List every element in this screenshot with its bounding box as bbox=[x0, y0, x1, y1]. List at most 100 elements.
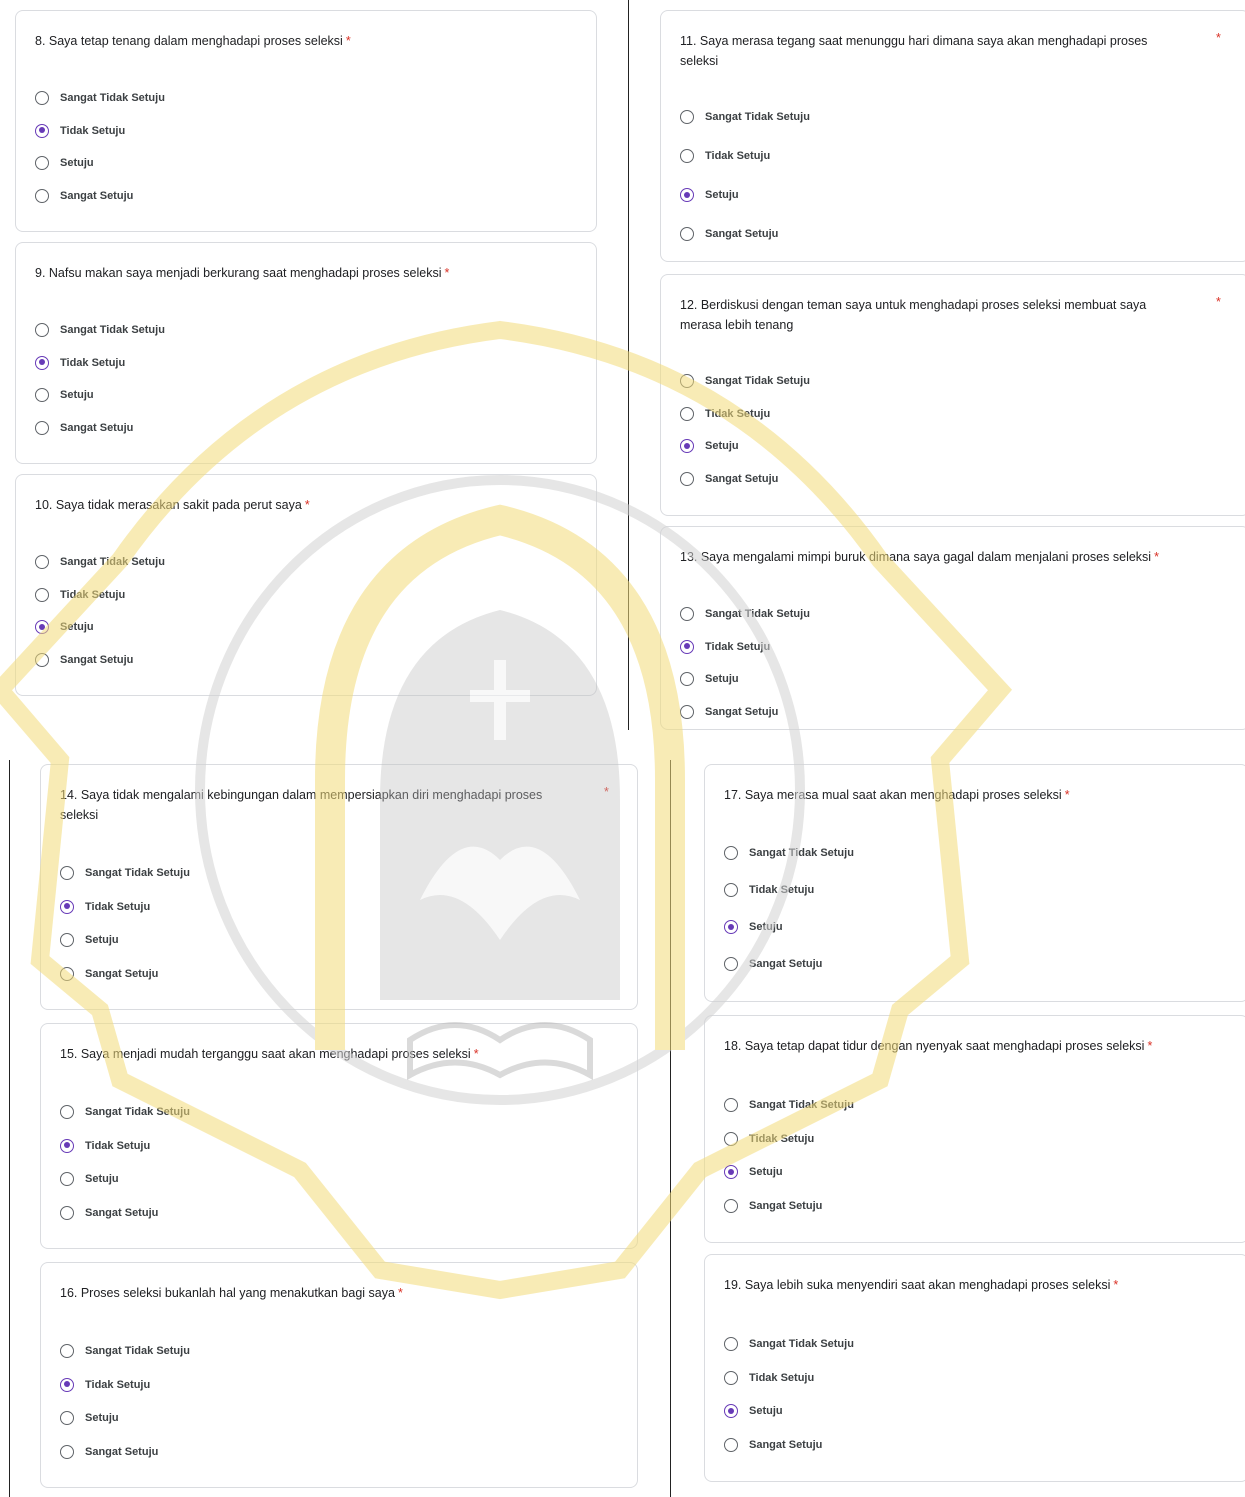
radio-checked-icon[interactable] bbox=[35, 620, 49, 634]
answer-option[interactable]: Sangat Tidak Setuju bbox=[680, 371, 810, 391]
radio-unchecked-icon[interactable] bbox=[680, 471, 694, 486]
answer-option[interactable]: Sangat Setuju bbox=[35, 650, 133, 670]
radio-checked-icon[interactable] bbox=[680, 188, 694, 202]
answer-option[interactable]: Sangat Tidak Setuju bbox=[724, 1095, 854, 1115]
radio-unchecked-icon[interactable] bbox=[724, 1437, 738, 1452]
answer-option[interactable]: Tidak Setuju bbox=[60, 1375, 150, 1395]
answer-option[interactable]: Sangat Tidak Setuju bbox=[60, 863, 190, 883]
answer-option[interactable]: Setuju bbox=[60, 930, 119, 950]
radio-unchecked-icon[interactable] bbox=[35, 587, 49, 602]
answer-option[interactable]: Sangat Setuju bbox=[60, 1442, 158, 1462]
answer-option[interactable]: Setuju bbox=[35, 153, 94, 173]
radio-checked-icon[interactable] bbox=[680, 439, 694, 453]
radio-checked-icon[interactable] bbox=[724, 920, 738, 934]
radio-unchecked-icon[interactable] bbox=[680, 406, 694, 421]
required-asterisk: * bbox=[604, 785, 609, 799]
answer-option[interactable]: Sangat Setuju bbox=[35, 186, 133, 206]
answer-option[interactable]: Sangat Setuju bbox=[60, 964, 158, 984]
answer-option[interactable]: Sangat Setuju bbox=[60, 1203, 158, 1223]
answer-option[interactable]: Setuju bbox=[680, 185, 739, 205]
radio-unchecked-icon[interactable] bbox=[35, 156, 49, 170]
radio-unchecked-icon[interactable] bbox=[35, 188, 49, 203]
answer-option[interactable]: Sangat Tidak Setuju bbox=[60, 1341, 190, 1361]
answer-option[interactable]: Setuju bbox=[724, 917, 783, 937]
radio-unchecked-icon[interactable] bbox=[724, 1337, 738, 1351]
radio-checked-icon[interactable] bbox=[35, 355, 49, 370]
radio-unchecked-icon[interactable] bbox=[60, 1105, 74, 1119]
answer-option[interactable]: Setuju bbox=[680, 436, 739, 456]
radio-unchecked-icon[interactable] bbox=[724, 1198, 738, 1213]
radio-checked-icon[interactable] bbox=[60, 1377, 74, 1392]
radio-unchecked-icon[interactable] bbox=[60, 1205, 74, 1220]
answer-option[interactable]: Setuju bbox=[724, 1401, 783, 1421]
answer-option-label: Sangat Tidak Setuju bbox=[749, 1099, 854, 1111]
radio-unchecked-icon[interactable] bbox=[680, 374, 694, 388]
radio-unchecked-icon[interactable] bbox=[724, 883, 738, 897]
answer-option[interactable]: Tidak Setuju bbox=[680, 637, 770, 657]
answer-option[interactable]: Setuju bbox=[680, 669, 739, 689]
answer-option[interactable]: Tidak Setuju bbox=[724, 1368, 814, 1388]
radio-unchecked-icon[interactable] bbox=[680, 607, 694, 621]
radio-unchecked-icon[interactable] bbox=[680, 704, 694, 719]
radio-unchecked-icon[interactable] bbox=[680, 227, 694, 241]
question-line-1: 18. Saya tetap dapat tidur dengan nyenya… bbox=[724, 1039, 1145, 1053]
radio-unchecked-icon[interactable] bbox=[35, 388, 49, 402]
answer-option[interactable]: Tidak Setuju bbox=[724, 880, 814, 900]
answer-option[interactable]: Setuju bbox=[35, 617, 94, 637]
radio-checked-icon[interactable] bbox=[724, 1165, 738, 1179]
radio-unchecked-icon[interactable] bbox=[724, 846, 738, 860]
answer-option[interactable]: Tidak Setuju bbox=[724, 1129, 814, 1149]
answer-option[interactable]: Sangat Tidak Setuju bbox=[680, 604, 810, 624]
answer-option[interactable]: Sangat Tidak Setuju bbox=[724, 1334, 854, 1354]
answer-option[interactable]: Setuju bbox=[35, 385, 94, 405]
answer-option[interactable]: Sangat Tidak Setuju bbox=[35, 552, 165, 572]
answer-option[interactable]: Setuju bbox=[60, 1408, 119, 1428]
radio-unchecked-icon[interactable] bbox=[60, 1344, 74, 1358]
radio-unchecked-icon[interactable] bbox=[35, 323, 49, 337]
question-line-1: 12. Berdiskusi dengan teman saya untuk m… bbox=[680, 298, 1147, 312]
radio-unchecked-icon[interactable] bbox=[724, 957, 738, 971]
radio-unchecked-icon[interactable] bbox=[680, 672, 694, 686]
radio-unchecked-icon[interactable] bbox=[60, 966, 74, 981]
radio-unchecked-icon[interactable] bbox=[35, 91, 49, 105]
answer-option[interactable]: Sangat Setuju bbox=[680, 224, 778, 244]
radio-unchecked-icon[interactable] bbox=[60, 866, 74, 880]
radio-unchecked-icon[interactable] bbox=[35, 652, 49, 667]
radio-checked-icon[interactable] bbox=[60, 899, 74, 914]
answer-option[interactable]: Tidak Setuju bbox=[680, 404, 770, 424]
answer-option[interactable]: Sangat Setuju bbox=[724, 1196, 822, 1216]
radio-checked-icon[interactable] bbox=[724, 1404, 738, 1418]
answer-option[interactable]: Sangat Setuju bbox=[724, 954, 822, 974]
radio-unchecked-icon[interactable] bbox=[680, 149, 694, 163]
answer-option[interactable]: Sangat Setuju bbox=[680, 702, 778, 722]
radio-unchecked-icon[interactable] bbox=[35, 420, 49, 435]
answer-option[interactable]: Sangat Tidak Setuju bbox=[35, 320, 165, 340]
radio-unchecked-icon[interactable] bbox=[680, 110, 694, 124]
answer-option[interactable]: Sangat Setuju bbox=[724, 1435, 822, 1455]
radio-checked-icon[interactable] bbox=[680, 639, 694, 654]
radio-unchecked-icon[interactable] bbox=[60, 1172, 74, 1186]
radio-unchecked-icon[interactable] bbox=[35, 555, 49, 569]
answer-option[interactable]: Tidak Setuju bbox=[60, 897, 150, 917]
radio-unchecked-icon[interactable] bbox=[724, 1370, 738, 1385]
answer-option[interactable]: Tidak Setuju bbox=[680, 146, 770, 166]
radio-unchecked-icon[interactable] bbox=[60, 933, 74, 947]
answer-option[interactable]: Sangat Tidak Setuju bbox=[35, 88, 165, 108]
answer-option[interactable]: Tidak Setuju bbox=[35, 353, 125, 373]
answer-option[interactable]: Tidak Setuju bbox=[35, 121, 125, 141]
answer-option[interactable]: Setuju bbox=[60, 1169, 119, 1189]
radio-checked-icon[interactable] bbox=[35, 123, 49, 138]
answer-option[interactable]: Sangat Tidak Setuju bbox=[724, 843, 854, 863]
radio-unchecked-icon[interactable] bbox=[724, 1131, 738, 1146]
answer-option[interactable]: Sangat Setuju bbox=[35, 418, 133, 438]
radio-unchecked-icon[interactable] bbox=[724, 1098, 738, 1112]
radio-unchecked-icon[interactable] bbox=[60, 1444, 74, 1459]
answer-option[interactable]: Sangat Tidak Setuju bbox=[680, 107, 810, 127]
radio-checked-icon[interactable] bbox=[60, 1138, 74, 1153]
answer-option[interactable]: Tidak Setuju bbox=[60, 1136, 150, 1156]
answer-option[interactable]: Tidak Setuju bbox=[35, 585, 125, 605]
answer-option[interactable]: Setuju bbox=[724, 1162, 783, 1182]
answer-option[interactable]: Sangat Setuju bbox=[680, 469, 778, 489]
radio-unchecked-icon[interactable] bbox=[60, 1411, 74, 1425]
answer-option[interactable]: Sangat Tidak Setuju bbox=[60, 1102, 190, 1122]
